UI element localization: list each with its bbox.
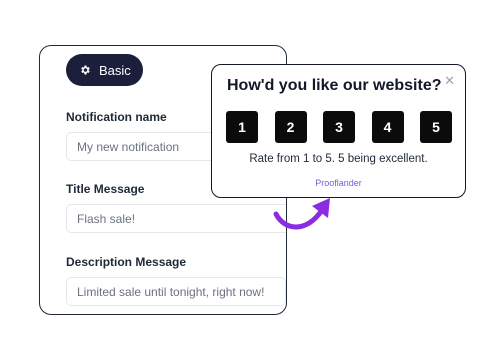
- basic-tab-button[interactable]: Basic: [66, 54, 143, 86]
- curved-arrow-icon: [273, 198, 330, 230]
- rating-button-2[interactable]: 2: [274, 111, 307, 143]
- notification-name-label: Notification name: [66, 110, 167, 124]
- rating-button-4[interactable]: 4: [371, 111, 404, 143]
- rating-button-5[interactable]: 5: [420, 111, 452, 143]
- brand-link[interactable]: Prooflander: [212, 178, 465, 188]
- title-message-input[interactable]: Flash sale!: [66, 204, 286, 233]
- popup-title: How'd you like our website?: [227, 77, 442, 94]
- close-icon[interactable]: ✕: [444, 73, 455, 89]
- description-message-input[interactable]: Limited sale until tonight, right now!: [66, 277, 286, 306]
- title-message-label: Title Message: [66, 182, 145, 196]
- rating-popup: How'd you like our website? ✕ 1 2 3 4 5 …: [211, 64, 466, 198]
- description-message-label: Description Message: [66, 255, 187, 269]
- rating-button-3[interactable]: 3: [323, 111, 355, 143]
- rating-caption: Rate from 1 to 5. 5 being excellent.: [249, 153, 428, 165]
- basic-tab-label: Basic: [99, 62, 131, 78]
- rating-button-1[interactable]: 1: [226, 111, 258, 143]
- rating-buttons: 1 2 3 4 5: [226, 111, 452, 143]
- gear-icon: [79, 64, 91, 76]
